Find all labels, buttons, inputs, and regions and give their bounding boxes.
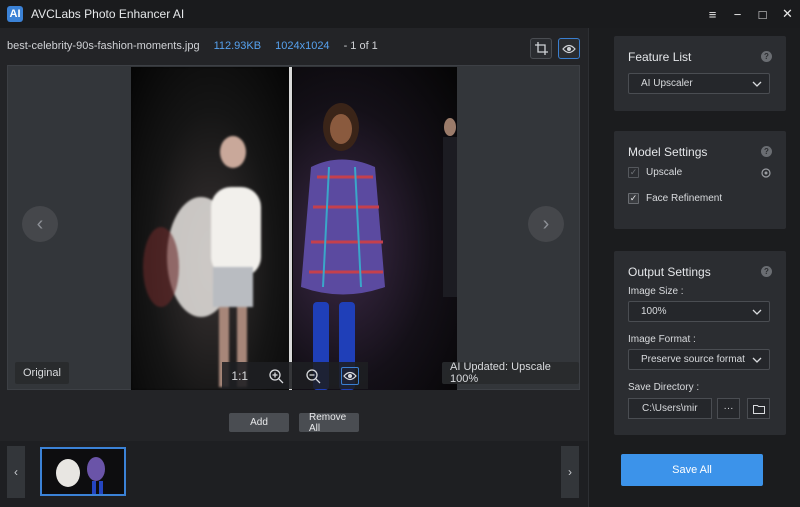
output-settings-card: Output Settings ? Image Size : 100% Imag… — [614, 251, 786, 435]
image-format-select[interactable]: Preserve source format — [628, 349, 770, 370]
help-icon[interactable]: ? — [761, 51, 772, 62]
thumbnail-item[interactable] — [40, 447, 126, 496]
crop-button[interactable] — [530, 38, 552, 59]
maximize-button[interactable]: □ — [750, 0, 775, 28]
original-half — [131, 67, 291, 390]
app-title: AVCLabs Photo Enhancer AI — [31, 7, 185, 21]
close-button[interactable]: ✕ — [775, 0, 800, 28]
zoom-toolbar: 1:1 — [222, 362, 368, 389]
next-image-button[interactable]: › — [528, 206, 564, 242]
minimize-button[interactable]: − — [725, 0, 750, 28]
image-format-value: Preserve source format — [641, 354, 745, 365]
chevron-down-icon — [752, 309, 762, 315]
open-folder-button[interactable] — [747, 398, 770, 419]
model-settings-card: Model Settings ? ✓ Upscale ✓ Face Refine… — [614, 131, 786, 229]
crop-icon — [534, 42, 548, 55]
chevron-down-icon — [752, 81, 762, 87]
strip-next-button[interactable]: › — [561, 446, 579, 498]
settings-panel: Feature List ? AI Upscaler Model Setting… — [588, 28, 800, 507]
remove-all-button[interactable]: Remove All — [299, 412, 359, 434]
model-figure-image — [301, 103, 457, 390]
strip-prev-button[interactable]: ‹ — [7, 446, 25, 498]
folder-icon — [752, 404, 765, 414]
face-refinement-label: Face Refinement — [646, 193, 723, 204]
image-size-select[interactable]: 100% — [628, 301, 770, 322]
photo-preview — [131, 67, 457, 390]
file-name: best-celebrity-90s-fashion-moments.jpg — [7, 40, 200, 52]
feature-select[interactable]: AI Upscaler — [628, 73, 770, 94]
save-directory-input[interactable]: C:\Users\mir — [628, 398, 712, 419]
thumbnail-image — [56, 457, 105, 494]
help-icon[interactable]: ? — [761, 146, 772, 157]
feature-select-value: AI Upscaler — [641, 78, 693, 89]
chevron-down-icon — [752, 357, 762, 363]
app-logo-icon: AI — [7, 6, 23, 22]
face-refinement-checkbox[interactable]: ✓ — [628, 193, 639, 204]
upscale-checkbox: ✓ — [628, 167, 639, 178]
output-settings-title: Output Settings — [628, 265, 711, 279]
blurred-figure-image — [143, 136, 261, 387]
add-button[interactable]: Add — [229, 413, 289, 432]
workspace: best-celebrity-90s-fashion-moments.jpg 1… — [0, 28, 588, 507]
model-settings-title: Model Settings — [628, 145, 708, 159]
feature-list-card: Feature List ? AI Upscaler — [614, 36, 786, 111]
compare-eye-icon[interactable] — [340, 366, 359, 385]
original-label: Original — [15, 362, 69, 384]
file-dimensions: 1024x1024 — [275, 40, 330, 52]
save-directory-label: Save Directory : — [628, 382, 700, 393]
updated-label: AI Updated: Upscale 100% — [442, 361, 579, 385]
save-all-button[interactable]: Save All — [621, 454, 763, 486]
help-icon[interactable]: ? — [761, 266, 772, 277]
zoom-out-icon[interactable] — [304, 367, 322, 385]
list-actions: Add Remove All — [0, 412, 588, 434]
upscale-label: Upscale — [646, 167, 683, 178]
zoom-in-icon[interactable] — [267, 367, 285, 385]
prev-image-button[interactable]: ‹ — [22, 206, 58, 242]
image-format-label: Image Format : — [628, 334, 696, 345]
thumbnail-strip: ‹ › — [0, 441, 588, 507]
file-info-bar: best-celebrity-90s-fashion-moments.jpg 1… — [0, 28, 588, 64]
gear-icon[interactable] — [760, 167, 772, 179]
menu-icon[interactable]: ≡ — [700, 0, 725, 28]
upscale-option: ✓ Upscale — [628, 167, 682, 178]
eye-icon — [562, 44, 576, 53]
actual-size-button[interactable]: 1:1 — [231, 369, 248, 383]
image-viewer[interactable]: ‹ › Original AI Updated: Upscale 100% 1:… — [7, 65, 580, 390]
enhanced-half — [293, 67, 457, 390]
image-size-label: Image Size : — [628, 286, 684, 297]
feature-list-title: Feature List — [628, 50, 692, 64]
preview-toggle-button[interactable] — [558, 38, 580, 59]
window-controls: ≡ − □ ✕ — [700, 0, 800, 28]
file-count: - 1 of 1 — [343, 40, 378, 52]
browse-more-button[interactable]: ··· — [717, 398, 740, 419]
image-size-value: 100% — [641, 306, 667, 317]
face-refinement-option[interactable]: ✓ Face Refinement — [628, 193, 722, 204]
file-size: 112.93KB — [213, 40, 262, 52]
compare-divider-handle[interactable] — [289, 67, 292, 390]
title-bar: AI AVCLabs Photo Enhancer AI ≡ − □ ✕ — [0, 0, 800, 28]
